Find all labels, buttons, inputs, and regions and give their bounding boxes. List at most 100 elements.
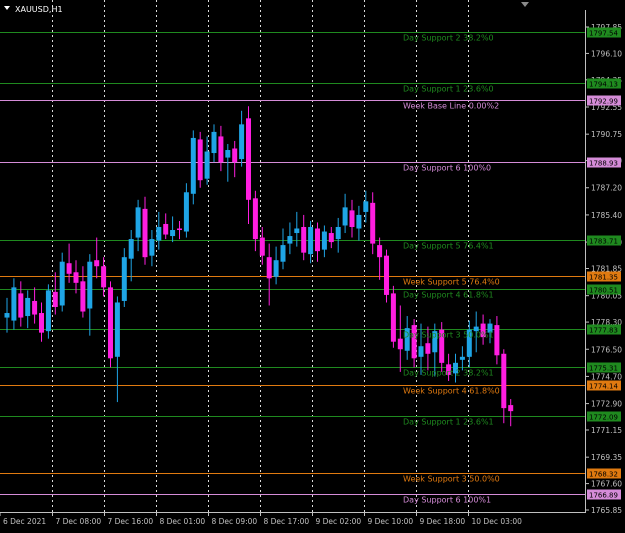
candle (384, 249, 389, 303)
level-label: Day Support 6 100%0 (403, 164, 491, 173)
candle-body (294, 228, 300, 234)
candle-body (142, 208, 148, 258)
candle-body (508, 405, 514, 412)
level-label: Day Support 6 100%1 (403, 496, 491, 505)
level-label: Day Support 1 23.6%1 (403, 418, 494, 427)
level-price-tag-text: 1781.35 (589, 274, 618, 282)
candle-body (252, 198, 258, 240)
candle-body (218, 136, 224, 163)
candle-body (52, 291, 58, 307)
time-tick-label: 10 Dec 03:00 (472, 517, 523, 526)
price-tick-label: 1769.35 (591, 453, 622, 462)
time-tick-label: 9 Dec 02:00 (316, 517, 362, 526)
candle-body (335, 226, 341, 240)
level-label: Day Support 4 61.8%1 (403, 291, 494, 300)
candle-body (259, 237, 265, 256)
candle-body (114, 302, 120, 357)
level-price-tag-text: 1783.71 (589, 238, 618, 246)
level-label: Day Support 2 38.2%0 (403, 34, 494, 43)
candle-body (121, 257, 127, 301)
level-price-tag-text: 1797.54 (589, 30, 618, 38)
level-price-tag-text: 1772.09 (589, 414, 618, 422)
candle-body (73, 272, 79, 283)
candle (45, 284, 51, 339)
price-chart[interactable]: Day Support 2 38.2%0 Day Support 1 23.6%0… (0, 0, 625, 533)
level-label: Day Support 5 76.4%1 (403, 242, 494, 251)
candle-body (315, 228, 320, 252)
time-tick-label: 6 Dec 2021 (3, 517, 46, 526)
candle-body (108, 287, 113, 359)
price-tick-label: 1774.70 (591, 372, 622, 381)
candle-body (197, 139, 203, 181)
candle-body (328, 233, 334, 243)
candle-body (190, 137, 196, 194)
level-price-tag-text: 1777.83 (589, 327, 618, 335)
candle-body (204, 151, 210, 179)
candle-body (183, 192, 189, 232)
time-tick-label: 9 Dec 18:00 (420, 517, 466, 526)
candle-body (232, 148, 238, 163)
candle (197, 131, 203, 188)
candle-body (4, 313, 10, 318)
candle-body (501, 353, 507, 409)
candle-body (66, 263, 72, 274)
candle-body (87, 261, 93, 309)
candle-body (94, 260, 100, 267)
candle-body (211, 131, 217, 154)
candle-body (128, 239, 134, 259)
candle-body (370, 202, 376, 244)
candle-body (459, 356, 465, 360)
level-label: Day Support 1 23.6%0 (403, 85, 494, 94)
candle-body (301, 226, 307, 253)
candle-body (321, 231, 327, 250)
level-label: Day Support 2 38.2%1 (403, 369, 494, 378)
level-price-tag-text: 1775.31 (589, 365, 618, 373)
candle-body (59, 261, 65, 306)
candle-body (225, 150, 231, 158)
candle-body (377, 245, 383, 258)
candle-body (39, 313, 44, 333)
level-price-tag-text: 1766.89 (589, 492, 618, 500)
candle-body (349, 210, 355, 227)
candle-body (32, 300, 38, 315)
candle-body (25, 297, 31, 317)
candle-body (11, 287, 17, 321)
symbol-label: XAUUSD,H1 (15, 5, 63, 14)
candle-body (18, 293, 24, 318)
price-tick-label: 1771.15 (591, 426, 622, 435)
time-tick-label: 7 Dec 08:00 (56, 517, 102, 526)
candle-body (273, 260, 279, 277)
candle-body (342, 207, 348, 226)
level-label: Week Base Line 0.00%2 (403, 102, 499, 111)
candle-body (266, 257, 272, 279)
price-tick-label: 1785.40 (591, 211, 622, 220)
candle-body (384, 255, 389, 295)
time-tick-label: 7 Dec 16:00 (108, 517, 154, 526)
candle-body (101, 266, 107, 288)
candle (390, 285, 396, 348)
price-tick-label: 1790.75 (591, 130, 622, 139)
candle-body (425, 343, 431, 354)
time-tick-label: 9 Dec 10:00 (368, 517, 414, 526)
level-price-tag-text: 1768.32 (589, 471, 618, 479)
price-tick-label: 1776.50 (591, 345, 622, 354)
price-tick-label: 1796.10 (591, 49, 622, 58)
candle-body (156, 226, 162, 241)
price-tick-label: 1767.60 (591, 480, 622, 489)
level-label: Day Support 3 50.0%1 (403, 331, 494, 340)
candle-body (287, 236, 293, 244)
level-price-tag-text: 1774.14 (589, 383, 618, 391)
candle-body (80, 281, 86, 312)
level-label: Week Support 3 50.0%0 (403, 475, 500, 484)
candle-body (418, 346, 424, 357)
candle-body (397, 338, 403, 350)
price-tick-label: 1787.20 (591, 184, 622, 193)
candle-body (494, 325, 500, 356)
candle-body (170, 230, 176, 237)
time-tick-label: 8 Dec 09:00 (212, 517, 258, 526)
time-tick-label: 8 Dec 17:00 (264, 517, 310, 526)
level-price-tag-text: 1794.13 (589, 81, 618, 89)
candle-body (390, 293, 396, 342)
candle-body (308, 226, 314, 255)
candle (190, 130, 196, 205)
